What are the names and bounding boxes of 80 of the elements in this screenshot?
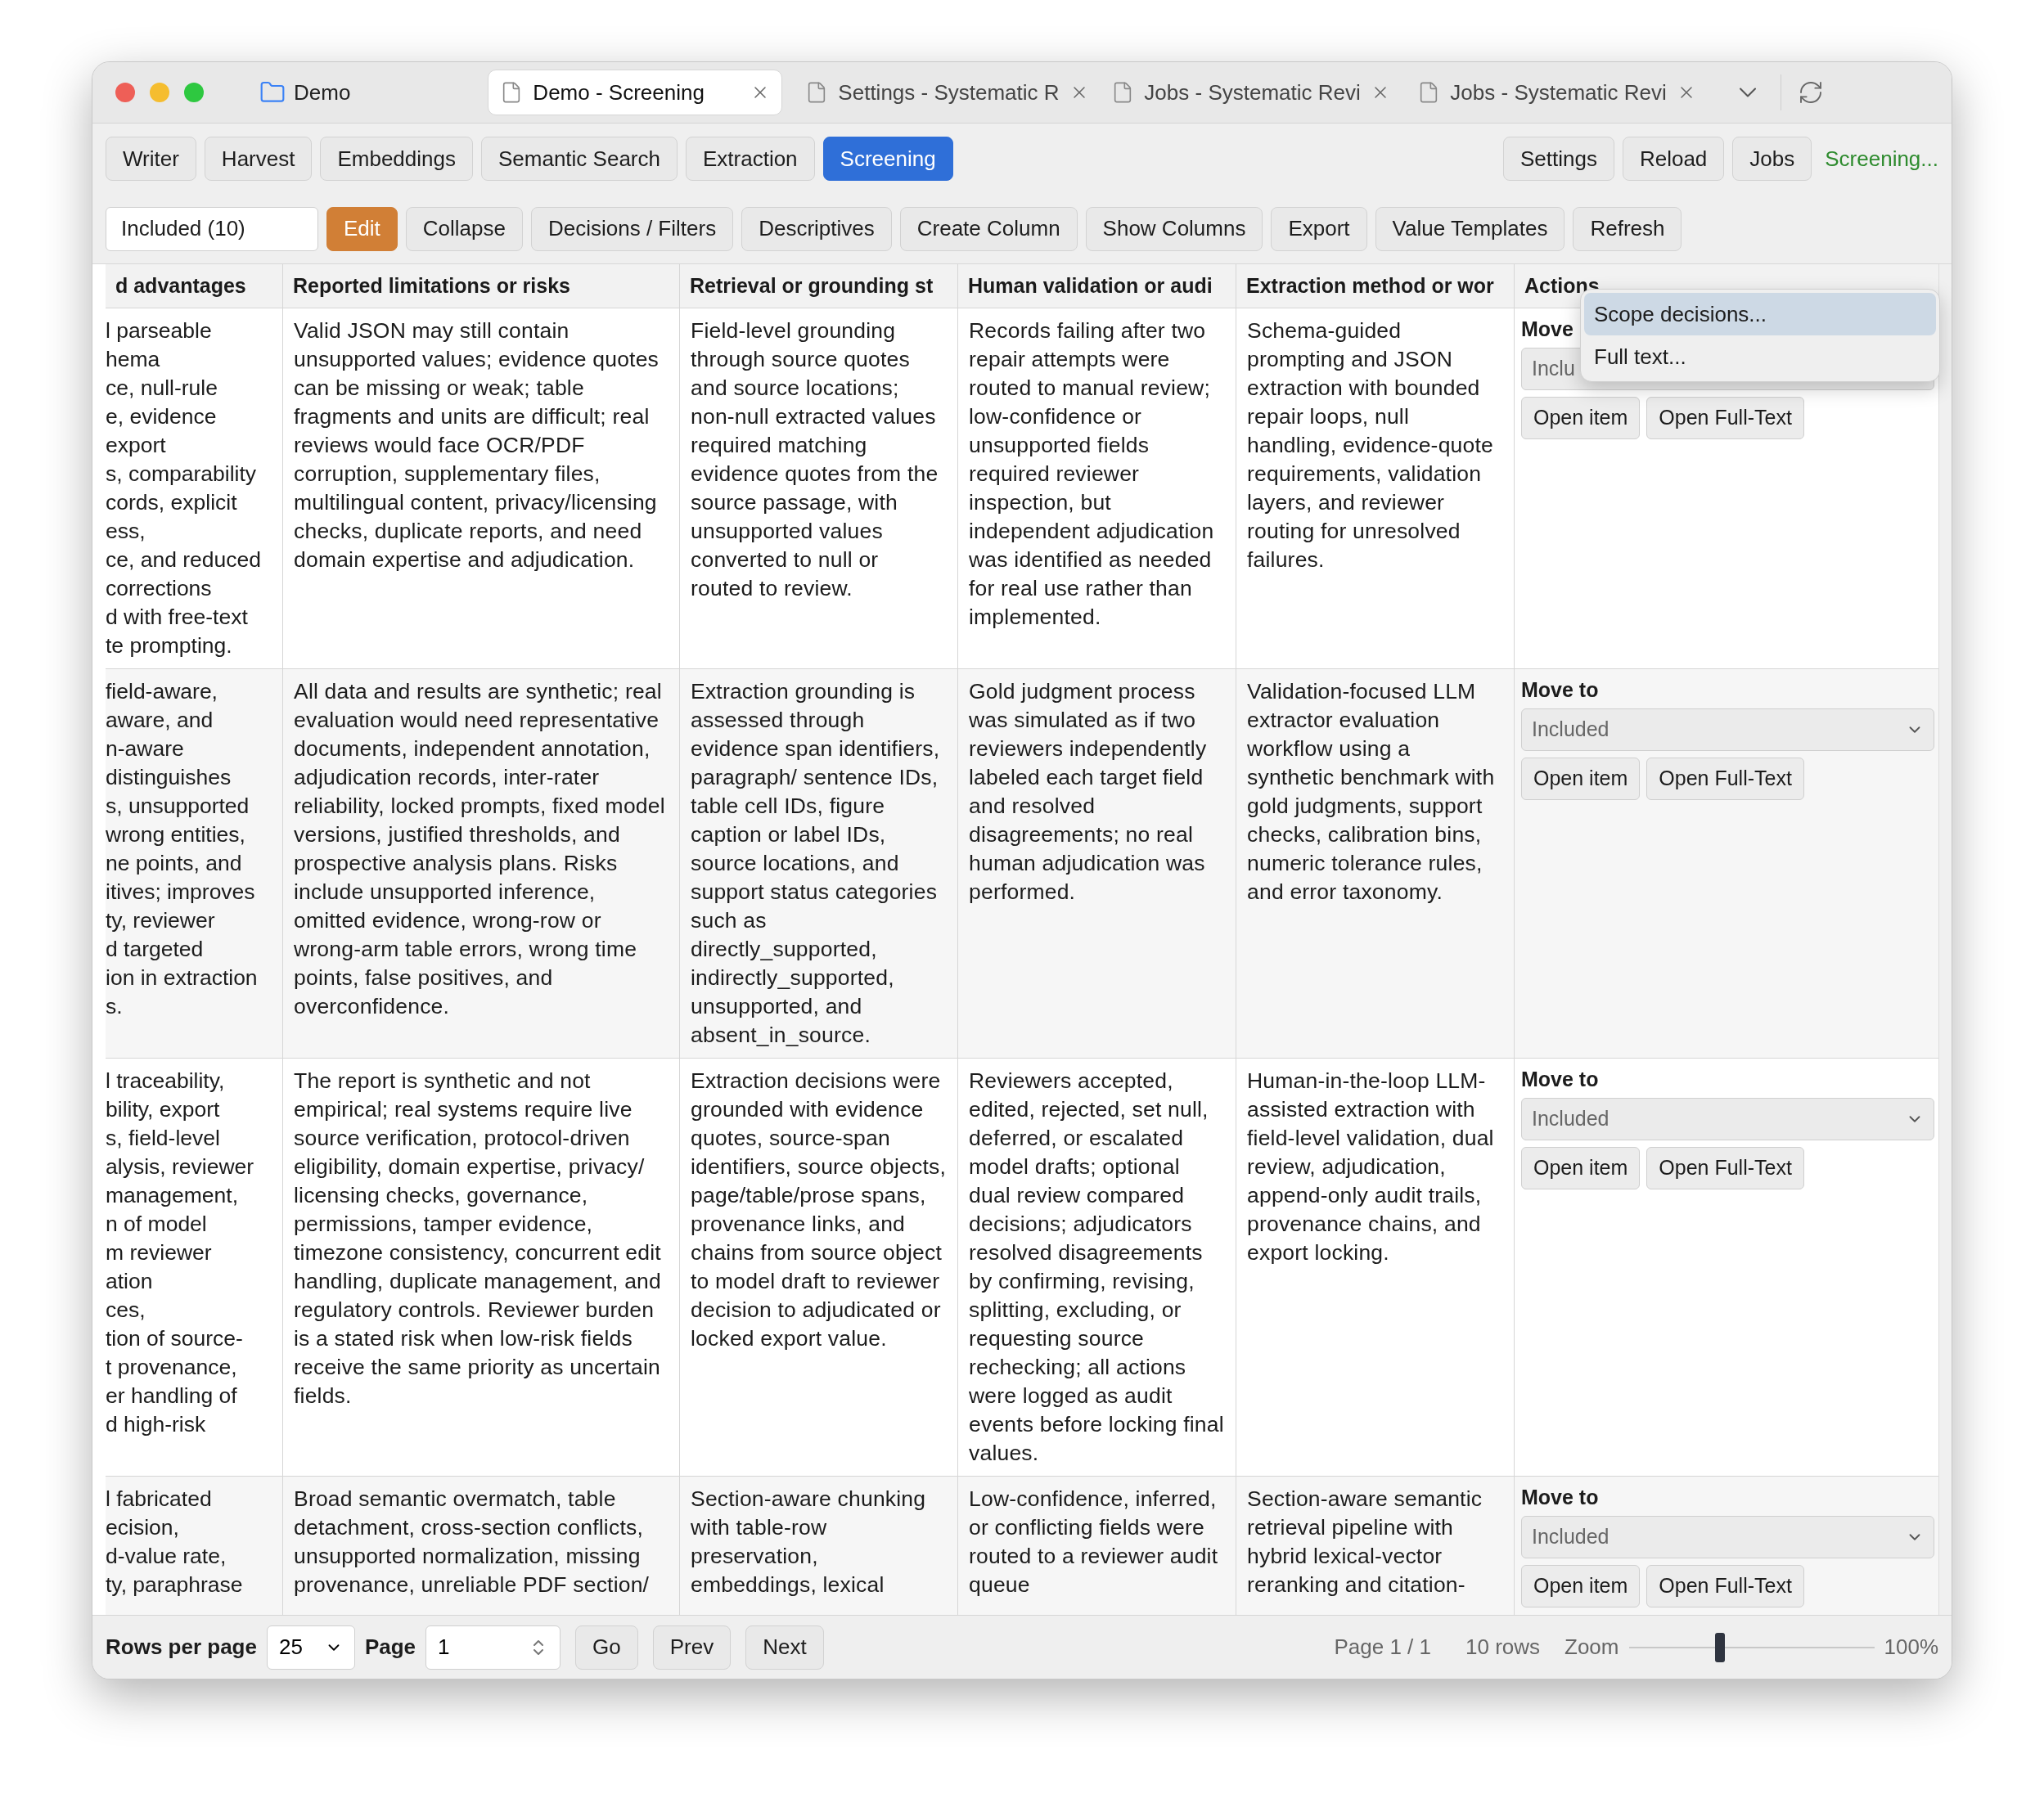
toolbar-button[interactable]: Export [1271, 206, 1367, 251]
pager-button[interactable]: Prev [652, 1625, 732, 1670]
toolbar-button[interactable]: Create Column [899, 206, 1078, 251]
action-button[interactable]: Open item [1521, 1565, 1641, 1607]
action-button[interactable]: Open Full-Text [1646, 758, 1804, 800]
table-cell-text: The report is synthetic and not empirical; real systems require live source verification, protocol-driven eligibility, domain expertise, privacy/ licensing checks, governance, permissions, tamper evidence, timezone consistency, concurrent edit handling, duplicate management, and regulatory controls. Reviewer burden is a stated risk when low-risk fields receive the same priority as uncertain fields. [294, 1068, 662, 1410]
action-button[interactable]: Open Full-Text [1646, 397, 1804, 439]
nav-tab[interactable]: Embeddings [320, 137, 473, 181]
move-label: Move to [1521, 1067, 1600, 1091]
page-label: Page [364, 1634, 416, 1661]
column-header: Reported limitations or risks [292, 272, 571, 299]
close-window-button[interactable] [115, 83, 135, 102]
pager-button[interactable]: Next [745, 1625, 824, 1670]
move-select[interactable]: Included [1521, 708, 1934, 751]
row-count: 10 rows [1465, 1634, 1541, 1661]
table-cell-text: Reviewers accepted, edited, rejected, set null, deferred, or escalated model drafts; optional dual review compared decisions; adjudicators resolved disagreements by confirming, revising, splitting, excluding, or requesting source rechecking; all actions were logged as audit events before locking final values. [969, 1068, 1225, 1467]
browser-tab[interactable]: Demo - Screening [488, 70, 783, 115]
action-button[interactable]: Open item [1521, 397, 1641, 439]
zoom-slider[interactable] [1628, 1632, 1875, 1662]
move-select[interactable]: Included [1521, 1516, 1934, 1558]
page-field[interactable]: 1 [425, 1625, 561, 1670]
table-cell-text: Low-confidence, inferred, or conflicting fields were routed to a reviewer audit queue [969, 1486, 1219, 1598]
status-text: Screening... [1825, 145, 1938, 173]
nav-button[interactable]: Jobs [1732, 137, 1812, 181]
filter-field[interactable]: Included (10) [106, 206, 318, 251]
table-cell-text: All data and results are synthetic; real evaluation would need representative documents, independent annotation, adjudication records, inter-rater reliability, locked prompts, fixed model versions, justified thresholds, and prospective analysis plans. Risks include unsupported inference, omitted evidence, wrong-row or wrong-arm table errors, wrong time points, false positives, and overconfidence. [294, 678, 666, 1020]
table-cell-text: Section-aware semantic retrieval pipeline with hybrid lexical-vector reranking and citation- [1247, 1486, 1483, 1598]
browser-tab[interactable]: Settings - Systematic R [794, 70, 1089, 115]
move-label: Move to [1521, 1485, 1600, 1509]
column-header: Retrieval or grounding st [689, 272, 934, 299]
toolbar-button[interactable]: Value Templates [1375, 206, 1565, 251]
menu-item[interactable]: Full text... [1584, 335, 1936, 378]
nav-tab[interactable]: Harvest [204, 137, 313, 181]
rows-per-page-select[interactable]: 25 [266, 1625, 355, 1670]
table-cell-text: l parseable hema ce, null-rule e, evidence export s, comparability cords, explicit ess, ce, and reduced corrections d with free-text te prompting. [106, 317, 263, 659]
table-cell-text: Records failing after two repair attempts were routed to manual review; low-confidence or unsupported fields required reviewer inspection, but independent adjudication was identified as needed for real use rather than implemented. [969, 317, 1215, 631]
browser-tab[interactable]: Jobs - Systematic Revi [1406, 70, 1701, 115]
toolbar-button[interactable]: Show Columns [1085, 206, 1263, 251]
action-button[interactable]: Open Full-Text [1646, 1565, 1804, 1607]
table-cell-text: l fabricated ecision, d-value rate, ty, paraphrase [106, 1486, 244, 1598]
toolbar-button[interactable]: Refresh [1573, 206, 1682, 251]
move-label: Move [1521, 317, 1574, 341]
table-cell-text: Broad semantic overmatch, table detachment, cross-section conflicts, unsupported normalization, missing provenance, unreliable PDF section/ [294, 1486, 651, 1598]
toolbar-button[interactable]: Descriptives [741, 206, 892, 251]
table-cell-text: Validation-focused LLM extractor evaluation workflow using a synthetic benchmark with gold judgments, support checks, calibration bins, numeric tolerance rules, and error taxonomy. [1247, 678, 1496, 906]
table-cell-text: Gold judgment process was simulated as if two reviewers independently labeled each target field and resolved disagreements; no real human adjudication was performed. [969, 678, 1208, 906]
zoom-value: 100% [1884, 1634, 1938, 1661]
slider-thumb[interactable] [1714, 1632, 1725, 1662]
zoom-label: Zoom [1565, 1634, 1619, 1661]
workspace-name: Demo [294, 79, 351, 106]
table-cell-text: Schema-guided prompting and JSON extraction with bounded repair loops, null handling, evidence-quote requirements, validation layers, and reviewer routing for unresolved failures. [1247, 317, 1494, 573]
table-cell-text: Human-in-the-loop LLM-assisted extraction with field-level validation, dual review, adjudication, append-only audit trails, provenance chains, and export locking. [1247, 1068, 1495, 1266]
pager-button[interactable]: Go [575, 1625, 638, 1670]
table-cell-text: Section-aware chunking with table-row preservation, embeddings, lexical [691, 1486, 927, 1598]
table-cell-text: Extraction decisions were grounded with evidence quotes, source-span identifiers, source objects, page/table/prose spans, provenance links, and chains from source object to model draft to reviewer decision to adjudicated or locked export value. [691, 1068, 947, 1352]
toolbar-button[interactable]: Collapse [405, 206, 523, 251]
table-cell-text: l traceability, bility, export s, field-level alysis, reviewer management, n of model m reviewer ation ces, tion of source- t provenance, er handling of d high-risk [106, 1068, 255, 1438]
table-cell-text: Valid JSON may still contain unsupported values; evidence quotes can be missing or weak; table fragments and units are difficult; real reviews would face OCR/PDF corruption, supplementary files, multilingual content, privacy/licensing checks, duplicate reports, and need domain expertise and adjudication. [294, 317, 660, 573]
nav-tab[interactable]: Semantic Search [481, 137, 678, 181]
column-header: Extraction method or wor [1245, 272, 1495, 299]
nav-tab[interactable]: Screening [822, 137, 953, 181]
table-cell-text: field-aware, aware, and n-aware distinguishes s, unsupported wrong entities, ne points, and itives; improves ty, reviewer d targeted ion in extraction s. [106, 678, 259, 1020]
column-header: Human validation or audi [967, 272, 1213, 299]
nav-tab[interactable]: Writer [106, 137, 196, 181]
nav-button[interactable]: Settings [1502, 137, 1614, 181]
page-info: Page 1 / 1 [1334, 1634, 1431, 1661]
rows-per-page-label: Rows per page [106, 1634, 257, 1661]
column-header: d advantages [115, 272, 247, 299]
table-cell-text: Field-level grounding through source quotes and source locations; non-null extracted values required matching evidence quotes from the source passage, with unsupported values converted to null or routed to review. [691, 317, 939, 602]
action-button[interactable]: Open item [1521, 758, 1641, 800]
move-select[interactable]: Included [1521, 1098, 1934, 1140]
browser-tab[interactable]: Jobs - Systematic Revi [1100, 70, 1395, 115]
nav-tab[interactable]: Extraction [685, 137, 815, 181]
action-button[interactable]: Open Full-Text [1646, 1147, 1804, 1189]
action-button[interactable]: Open item [1521, 1147, 1641, 1189]
table-cell-text: Extraction grounding is assessed through evidence span identifiers, paragraph/ sentence IDs, table cell IDs, figure caption or label IDs, source locations, and support status categories such as directly_supported, indirectly_supported, unsupported, and absent_in_source. [691, 678, 941, 1049]
menu-item[interactable]: Scope decisions... [1584, 293, 1936, 335]
toolbar-button[interactable]: Decisions / Filters [531, 206, 734, 251]
nav-button[interactable]: Reload [1622, 137, 1725, 181]
move-label: Move to [1521, 677, 1600, 702]
